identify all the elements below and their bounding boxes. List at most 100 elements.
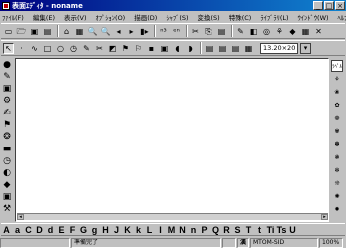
flag-outline-icon[interactable]: ⚐	[133, 43, 144, 54]
scissors-icon[interactable]: ✂	[94, 43, 105, 54]
menu-file[interactable]: ﾌｧｲﾙ(F)	[2, 12, 24, 22]
horizontal-scrollbar[interactable]: ◂ ▸	[17, 213, 328, 220]
glyph-button[interactable]: P	[199, 225, 210, 235]
glyph-button[interactable]: K	[122, 225, 133, 235]
menu-draw[interactable]: 描画(D)	[134, 12, 157, 22]
glyph-button[interactable]: n	[188, 225, 199, 235]
minimize-button[interactable]: _	[313, 1, 323, 10]
align-left-icon[interactable]: ▤	[204, 43, 215, 54]
pen-tool-icon[interactable]: ✎	[2, 72, 12, 82]
align-center-icon[interactable]: ▤	[217, 43, 228, 54]
glyph-button[interactable]: Ti	[265, 225, 276, 235]
next-icon[interactable]: ▸	[126, 26, 137, 37]
fill-icon[interactable]: ◧	[248, 26, 259, 37]
menu-special[interactable]: 特殊(C)	[229, 12, 252, 22]
glyph-button[interactable]: I	[155, 225, 166, 235]
size-field[interactable]: 13.20×20	[260, 42, 298, 54]
glyph-button[interactable]: D	[34, 225, 45, 235]
shape-icon[interactable]: ◩	[107, 43, 118, 54]
glyph-button[interactable]: H	[100, 225, 111, 235]
circle-icon[interactable]: ○	[55, 43, 66, 54]
menu-edit[interactable]: 編集(E)	[33, 12, 55, 22]
pencil-icon[interactable]: ✎	[235, 26, 246, 37]
glyph-button[interactable]: G	[78, 225, 89, 235]
copy-icon[interactable]: ⎘	[203, 26, 214, 37]
frame-tool-icon[interactable]: ▣	[2, 192, 12, 202]
select-arrow-icon[interactable]: ↖	[3, 42, 14, 54]
symbol-5-icon[interactable]: ✾	[331, 125, 343, 137]
square-fill-icon[interactable]: ▪	[146, 43, 157, 54]
glyph-button[interactable]: a	[12, 225, 23, 235]
symbol-2-icon[interactable]: ❀	[331, 86, 343, 98]
print-icon[interactable]: ▤	[42, 26, 53, 37]
write-tool-icon[interactable]: ✍	[2, 108, 12, 118]
zoom-in-icon[interactable]: 🔍	[87, 26, 98, 37]
scroll-right-icon[interactable]: ▸	[321, 214, 328, 220]
glyph-button[interactable]: M	[166, 225, 177, 235]
glyph-button[interactable]: S	[232, 225, 243, 235]
glyph-button[interactable]: F	[67, 225, 78, 235]
gear-tool-icon[interactable]: ⚙	[2, 96, 12, 106]
symbol-1-icon[interactable]: ⚘	[331, 73, 343, 85]
pattern-icon[interactable]: ▦	[300, 26, 311, 37]
symbol-9-icon[interactable]: ❊	[331, 177, 343, 189]
flower-icon[interactable]: ⚘	[274, 26, 285, 37]
glyph-button[interactable]: T	[243, 225, 254, 235]
close-button[interactable]: ×	[335, 1, 345, 10]
glyph-button[interactable]: A	[1, 225, 12, 235]
clock-tool-icon[interactable]: ◷	[2, 156, 12, 166]
cut-icon[interactable]: ✂	[190, 26, 201, 37]
glyph-button[interactable]: E	[56, 225, 67, 235]
flower-tool-icon[interactable]: ❂	[2, 132, 12, 142]
save-icon[interactable]: ▣	[29, 26, 40, 37]
target-icon[interactable]: ◎	[261, 26, 272, 37]
glyph-button[interactable]: J	[111, 225, 122, 235]
flag-tool-icon[interactable]: ⚑	[2, 120, 12, 130]
arc-icon[interactable]: ◷	[68, 43, 79, 54]
curve-icon[interactable]: ∿	[29, 43, 40, 54]
symbol-3-icon[interactable]: ✿	[331, 99, 343, 111]
glyph-button[interactable]: U	[287, 225, 298, 235]
hammer-tool-icon[interactable]: ⚒	[2, 204, 12, 214]
menu-options[interactable]: ｵﾌﾟｼｮﾝ(O)	[96, 12, 126, 22]
rectangle-icon[interactable]: □	[42, 43, 53, 54]
symbol-7-icon[interactable]: ❃	[331, 151, 343, 163]
zoom-out-icon[interactable]: 🔍	[100, 26, 111, 37]
glyph-button[interactable]: k	[133, 225, 144, 235]
point-icon[interactable]: ·	[16, 43, 27, 54]
scroll-left-icon[interactable]: ◂	[17, 214, 24, 220]
drawing-canvas[interactable]: ◂ ▸	[15, 58, 329, 222]
glyph-button[interactable]: t	[254, 225, 265, 235]
menu-shape[interactable]: ｼｬﾌﾞ(S)	[166, 12, 188, 22]
new-file-icon[interactable]: ▭	[3, 26, 14, 37]
glyph-button[interactable]: N	[177, 225, 188, 235]
dot-tool-icon[interactable]: ●	[2, 60, 12, 70]
half-circle-tool-icon[interactable]: ◐	[2, 168, 12, 178]
open-folder-icon[interactable]: 🗁	[16, 26, 27, 37]
glyph-button[interactable]: Q	[210, 225, 221, 235]
last-icon[interactable]: ▮▸	[139, 26, 150, 37]
symbol-6-icon[interactable]: ✽	[331, 138, 343, 150]
glyph-button[interactable]: Ts	[276, 225, 287, 235]
menu-library[interactable]: ﾗｲﾌﾞﾗﾘ(L)	[260, 12, 288, 22]
bar-tool-icon[interactable]: ▬	[2, 144, 12, 154]
diamond-tool-icon[interactable]: ◆	[2, 180, 12, 190]
chevron-down-icon[interactable]: ▾	[300, 42, 311, 54]
subscript-icon[interactable]: ᵉⁿ	[171, 26, 182, 37]
menu-help[interactable]: ﾍﾙﾌﾟ(H)	[338, 12, 346, 22]
grid-toggle-icon[interactable]: ▦	[243, 43, 254, 54]
box-tool-icon[interactable]: ▣	[2, 84, 12, 94]
maximize-button[interactable]: □	[324, 1, 334, 10]
glyph-button[interactable]: C	[23, 225, 34, 235]
right-half-icon[interactable]: ◗	[185, 43, 196, 54]
symbol-4-icon[interactable]: ❁	[331, 112, 343, 124]
glyph-button[interactable]: d	[45, 225, 56, 235]
symbol-10-icon[interactable]: ✺	[331, 190, 343, 202]
left-half-icon[interactable]: ◖	[172, 43, 183, 54]
menu-convert[interactable]: 変換(S)	[198, 12, 220, 22]
close-icon[interactable]: ✕	[313, 26, 324, 37]
frame-icon[interactable]: ▣	[159, 43, 170, 54]
menu-view[interactable]: 表示(V)	[64, 12, 87, 22]
home-icon[interactable]: ⌂	[61, 26, 72, 37]
glyph-button[interactable]: L	[144, 225, 155, 235]
